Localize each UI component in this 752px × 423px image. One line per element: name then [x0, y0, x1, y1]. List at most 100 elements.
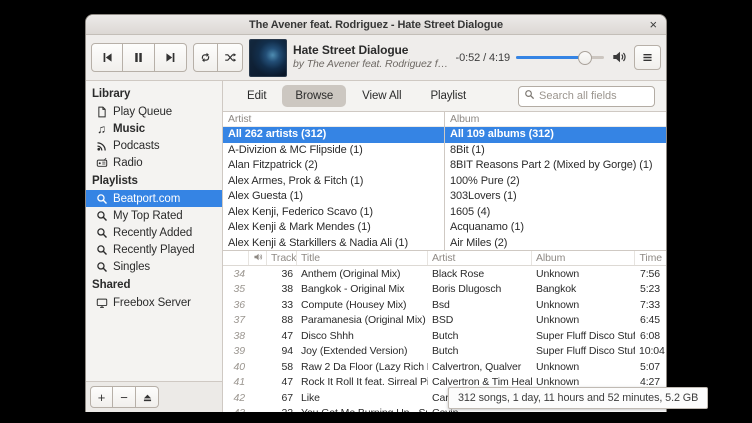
tab-playlist[interactable]: Playlist [417, 85, 479, 107]
track-row[interactable]: 3538Bangkok - Original MixBoris Dlugosch… [223, 282, 666, 298]
pause-button[interactable] [123, 43, 155, 72]
browser-row[interactable]: 8BIT Reasons Part 2 (Mixed by Gorge) (1) [445, 158, 666, 174]
sidebar-item-recently-added[interactable]: Recently Added [86, 224, 222, 241]
album-column-header[interactable]: Album [445, 112, 666, 127]
seek-slider[interactable] [516, 50, 604, 65]
tab-browse[interactable]: Browse [282, 85, 346, 107]
previous-button[interactable] [91, 43, 123, 72]
browser-row[interactable]: Alex Kenji & Mark Mendes (1) [223, 220, 444, 236]
repeat-button[interactable] [193, 43, 218, 72]
album-art [249, 39, 287, 77]
progress-fill [516, 56, 585, 59]
track-row[interactable]: 3788Paramanesia (Original Mix)BSDUnknown… [223, 313, 666, 329]
track-row[interactable]: 3633Compute (Housey Mix)BsdUnknown7:33 [223, 297, 666, 313]
track-title: Paramanesia (Original Mix) [297, 314, 428, 326]
artist-column-header[interactable]: Artist [223, 112, 444, 127]
track-title: Anthem (Original Mix) [297, 268, 428, 280]
sidebar: LibraryPlay Queue♫MusicPodcastsRadioPlay… [86, 81, 223, 412]
sidebar-item-label: Radio [113, 157, 143, 169]
shuffle-button[interactable] [218, 43, 243, 72]
album-rows: All 109 albums (312)8Bit (1)8BIT Reasons… [445, 127, 666, 250]
row-number: 38 [223, 330, 249, 342]
row-number: 39 [223, 345, 249, 357]
seek-handle[interactable] [578, 51, 592, 65]
playing-column-header[interactable] [249, 251, 267, 265]
sidebar-item-label: Singles [113, 261, 150, 273]
add-button[interactable]: + [90, 386, 113, 408]
browser-row[interactable]: All 262 artists (312) [223, 127, 444, 143]
sidebar-section-header-playlists: Playlists [86, 171, 222, 190]
sidebar-item-play-queue[interactable]: Play Queue [86, 103, 222, 120]
volume-button[interactable] [610, 49, 628, 67]
browser-row[interactable]: Alan Fitzpatrick (2) [223, 158, 444, 174]
skip-forward-icon [164, 51, 177, 64]
computer-icon [95, 296, 108, 309]
browser-row[interactable]: 8Bit (1) [445, 143, 666, 159]
browser-row[interactable]: Alex Guesta (1) [223, 189, 444, 205]
next-button[interactable] [155, 43, 187, 72]
browser-row[interactable]: 1605 (4) [445, 205, 666, 221]
menu-button[interactable] [634, 45, 661, 70]
shuffle-icon [224, 51, 237, 64]
sidebar-item-music[interactable]: ♫Music [86, 120, 222, 137]
browser-row[interactable]: 100% Pure (2) [445, 174, 666, 190]
sidebar-item-recently-played[interactable]: Recently Played [86, 241, 222, 258]
sidebar-item-podcasts[interactable]: Podcasts [86, 137, 222, 154]
track-column-header[interactable]: Track [267, 251, 297, 265]
now-playing-title: Hate Street Dialogue [293, 43, 450, 59]
close-button[interactable]: × [650, 15, 658, 34]
browser-row[interactable]: 303Lovers (1) [445, 189, 666, 205]
browser-row[interactable]: Alex Kenji & Starkillers & Nadia Ali (1) [223, 236, 444, 251]
browser-row[interactable]: Acquanamo (1) [445, 220, 666, 236]
track-row[interactable]: 4058Raw 2 Da Floor (Lazy Rich Re…Calvert… [223, 359, 666, 375]
row-number: 34 [223, 268, 249, 280]
time-column-header[interactable]: Time [635, 251, 666, 265]
browser-row[interactable]: Alex Armes, Prok & Fitch (1) [223, 174, 444, 190]
sidebar-item-label: Recently Added [113, 227, 192, 239]
titlebar: The Avener feat. Rodriguez - Hate Street… [86, 15, 666, 35]
track-row[interactable]: 3847Disco ShhhButchSuper Fluff Disco Stu… [223, 328, 666, 344]
track-number: 88 [267, 314, 297, 326]
row-number: 43 [223, 407, 249, 412]
search-icon [95, 226, 108, 239]
track-artist: Calvertron, Qualver [428, 361, 532, 373]
track-time: 7:56 [635, 268, 666, 280]
search-input[interactable] [539, 90, 649, 102]
artist-column-header[interactable]: Artist [428, 251, 532, 265]
browser-row[interactable]: All 109 albums (312) [445, 127, 666, 143]
sidebar-item-radio[interactable]: Radio [86, 154, 222, 171]
title-column-header[interactable]: Title [297, 251, 428, 265]
sidebar-footer: +− [86, 381, 222, 412]
sidebar-sections: LibraryPlay Queue♫MusicPodcastsRadioPlay… [86, 84, 222, 311]
track-title: Like [297, 392, 428, 404]
track-row[interactable]: 3994Joy (Extended Version)ButchSuper Flu… [223, 344, 666, 360]
search-box[interactable] [518, 86, 655, 107]
track-row[interactable]: 3436Anthem (Original Mix)Black RoseUnkno… [223, 266, 666, 282]
tab-edit[interactable]: Edit [234, 85, 279, 107]
track-album: Super Fluff Disco Stuff [532, 345, 635, 357]
sidebar-item-my-top-rated[interactable]: My Top Rated [86, 207, 222, 224]
search-icon [524, 87, 535, 105]
sidebar-item-label: Play Queue [113, 106, 172, 118]
sidebar-item-beatport-com[interactable]: Beatport.com [86, 190, 222, 207]
now-playing-subtitle: by The Avener feat. Rodriguez fro… [293, 58, 450, 72]
tab-bar-tabs: EditBrowseView AllPlaylist [234, 85, 479, 107]
browser-row[interactable]: Air Miles (2) [445, 236, 666, 251]
row-number: 40 [223, 361, 249, 373]
row-number: 42 [223, 392, 249, 404]
hamburger-icon [641, 51, 654, 64]
browser-row[interactable]: A-Divizion & MC Flipside (1) [223, 143, 444, 159]
sidebar-item-singles[interactable]: Singles [86, 258, 222, 275]
row-number: 41 [223, 376, 249, 388]
album-column-header[interactable]: Album [532, 251, 635, 265]
window-title: The Avener feat. Rodriguez - Hate Street… [249, 19, 503, 31]
playback-time: -0:52 / 4:19 [456, 52, 510, 64]
row-number: 36 [223, 299, 249, 311]
remove-button[interactable]: − [113, 386, 136, 408]
browser-row[interactable]: Alex Kenji, Federico Scavo (1) [223, 205, 444, 221]
rss-icon [95, 139, 108, 152]
sidebar-item-freebox-server[interactable]: Freebox Server [86, 294, 222, 311]
tab-view-all[interactable]: View All [349, 85, 414, 107]
eject-button[interactable] [136, 386, 159, 408]
track-number: 22 [267, 407, 297, 412]
